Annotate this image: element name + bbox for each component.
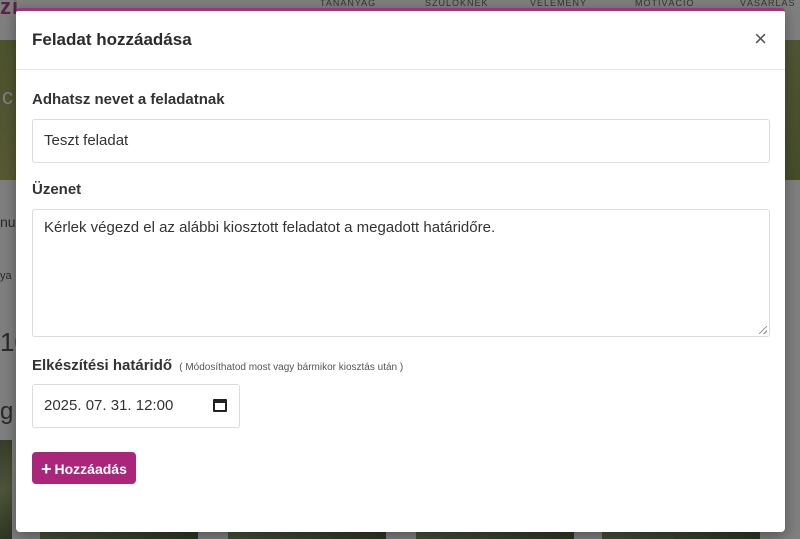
- add-button-label: Hozzáadás: [54, 461, 127, 477]
- deadline-label-row: Elkészítési határidő ( Módosíthatod most…: [32, 357, 403, 374]
- add-task-modal: Feladat hozzáadása × Adhatsz nevet a fel…: [16, 8, 785, 532]
- message-text: Kérlek végezd el az alábbi kiosztott fel…: [44, 219, 496, 236]
- close-icon[interactable]: ×: [754, 28, 767, 50]
- modal-header: Feladat hozzáadása ×: [16, 11, 785, 70]
- plus-icon: +: [41, 459, 52, 479]
- resize-grip-icon[interactable]: [759, 326, 767, 334]
- message-textarea[interactable]: Kérlek végezd el az alábbi kiosztott fel…: [32, 209, 770, 337]
- modal-title: Feladat hozzáadása: [32, 30, 192, 49]
- deadline-value: 2025. 07. 31. 12:00: [44, 397, 174, 414]
- task-name-label: Adhatsz nevet a feladatnak: [32, 91, 225, 108]
- add-task-button[interactable]: + Hozzáadás: [32, 452, 136, 484]
- deadline-datetime-input[interactable]: 2025. 07. 31. 12:00: [32, 384, 240, 428]
- calendar-icon[interactable]: [213, 399, 227, 412]
- deadline-label: Elkészítési határidő: [32, 357, 173, 374]
- task-name-input[interactable]: Teszt feladat: [32, 119, 770, 163]
- deadline-hint: ( Módosíthatod most vagy bármikor kioszt…: [179, 362, 404, 373]
- message-label: Üzenet: [32, 181, 82, 198]
